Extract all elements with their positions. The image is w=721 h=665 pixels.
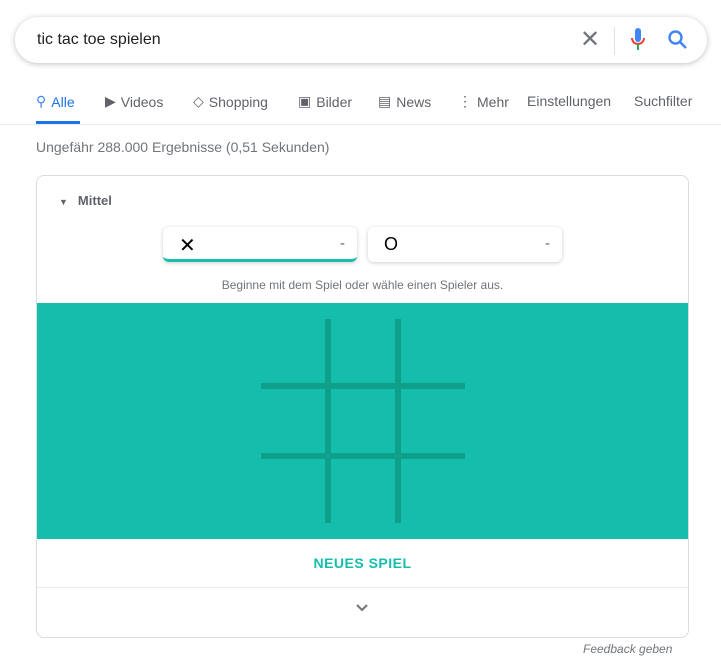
player-o-button[interactable]: O -: [368, 227, 562, 262]
tic-tac-toe-card: ▼ Mittel ✕ - O - Beginne mit dem Spiel od…: [36, 175, 689, 638]
grid-line: [261, 453, 465, 459]
o-symbol: O: [384, 234, 399, 254]
grid-line: [261, 383, 465, 389]
caret-down-icon: ▼: [59, 197, 68, 207]
tag-icon: ◇: [193, 93, 204, 109]
image-icon: ▣: [298, 93, 312, 109]
search-icon: ⚲: [36, 93, 47, 109]
feedback-link[interactable]: Feedback geben: [583, 642, 672, 656]
game-board[interactable]: [37, 303, 688, 539]
search-box[interactable]: tic tac toe spielen ✕: [15, 17, 707, 63]
chevron-down-icon[interactable]: [353, 601, 371, 615]
news-icon: ▤: [378, 93, 392, 109]
search-icon[interactable]: [667, 29, 689, 51]
tab-einstellungen[interactable]: Einstellungen: [527, 93, 611, 109]
play-icon: ▶: [105, 93, 116, 109]
tab-suchfilter[interactable]: Suchfilter: [634, 93, 692, 109]
result-stats: Ungefähr 288.000 Ergebnisse (0,51 Sekund…: [36, 139, 330, 155]
grid-line: [395, 319, 401, 523]
player-x-score: -: [340, 235, 345, 252]
player-o-score: -: [545, 235, 550, 252]
player-x-button[interactable]: ✕ -: [163, 227, 357, 262]
x-symbol: ✕: [179, 235, 196, 257]
more-vert-icon: ⋮: [458, 93, 472, 109]
new-game-button[interactable]: NEUES SPIEL: [37, 555, 688, 571]
search-input[interactable]: tic tac toe spielen: [37, 31, 161, 49]
hint-text: Beginne mit dem Spiel oder wähle einen S…: [221, 278, 504, 292]
divider: [0, 124, 721, 125]
microphone-icon[interactable]: [631, 28, 645, 52]
grid-line: [325, 319, 331, 523]
tab-shopping[interactable]: ◇ Shopping: [193, 93, 268, 110]
tab-news[interactable]: ▤ News: [378, 93, 431, 110]
tab-videos[interactable]: ▶ Videos: [105, 93, 163, 110]
tab-mehr[interactable]: ⋮ Mehr: [458, 93, 509, 110]
clear-icon[interactable]: ✕: [580, 28, 600, 52]
difficulty-dropdown[interactable]: ▼ Mittel: [59, 193, 112, 208]
divider: [37, 587, 688, 588]
divider: [614, 27, 615, 55]
tab-alle[interactable]: ⚲ Alle: [36, 93, 75, 110]
tab-bilder[interactable]: ▣ Bilder: [298, 93, 352, 110]
